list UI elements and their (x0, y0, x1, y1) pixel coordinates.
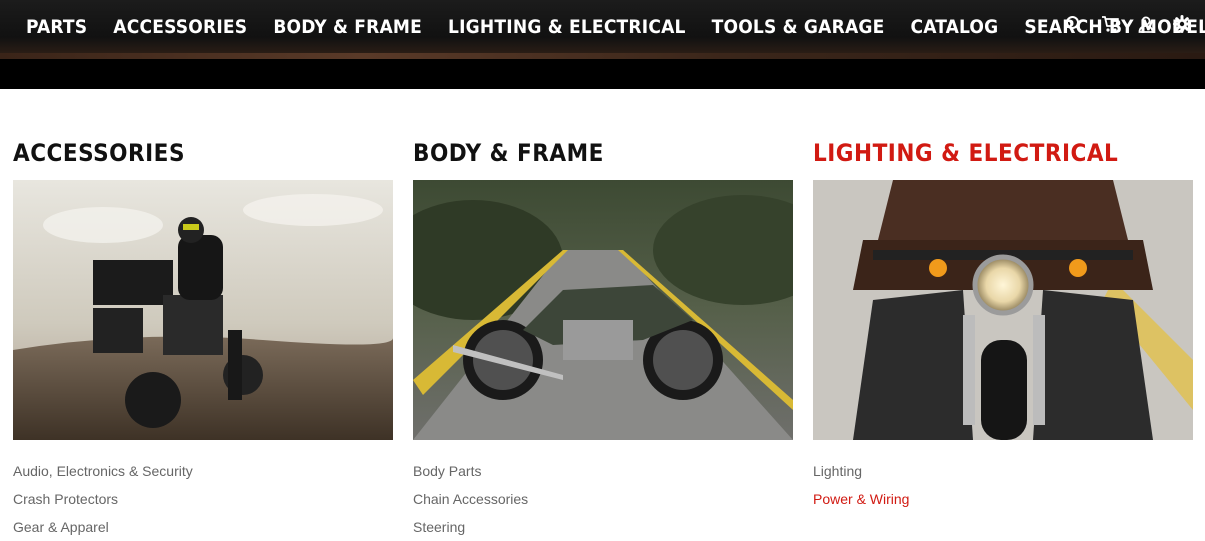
category-link[interactable]: Audio, Electronics & Security (13, 457, 393, 485)
body-frame-image[interactable] (413, 180, 793, 440)
category-link[interactable]: Power & Wiring (813, 485, 1193, 513)
category-columns: ACCESSORIES Audio, Electronics & Securit… (13, 139, 1193, 541)
search-icon[interactable] (1065, 15, 1083, 33)
nav-item-accessories[interactable]: ACCESSORIES (113, 16, 247, 38)
category-link[interactable]: Body Parts (413, 457, 793, 485)
category-accessories: ACCESSORIES Audio, Electronics & Securit… (13, 139, 393, 541)
category-title[interactable]: LIGHTING & ELECTRICAL (813, 139, 1193, 167)
nav-item-tools-garage[interactable]: TOOLS & GARAGE (712, 16, 885, 38)
nav-item-lighting-electrical[interactable]: LIGHTING & ELECTRICAL (448, 16, 686, 38)
category-links: Body Parts Chain Accessories Steering (413, 457, 793, 541)
accessories-image[interactable] (13, 180, 393, 440)
category-link[interactable]: Chain Accessories (413, 485, 793, 513)
nav-item-body-frame[interactable]: BODY & FRAME (273, 16, 422, 38)
category-title[interactable]: BODY & FRAME (413, 139, 793, 167)
category-lighting-electrical: LIGHTING & ELECTRICAL Lighting Power & W… (813, 139, 1193, 541)
user-icon[interactable] (1137, 15, 1155, 33)
category-link[interactable]: Gear & Apparel (13, 513, 393, 541)
category-body-frame: BODY & FRAME Body Parts Chain Accessorie… (413, 139, 793, 541)
category-links: Audio, Electronics & Security Crash Prot… (13, 457, 393, 541)
category-title[interactable]: ACCESSORIES (13, 139, 393, 167)
lighting-electrical-image[interactable] (813, 180, 1193, 440)
top-navigation: PARTS ACCESSORIES BODY & FRAME LIGHTING … (0, 0, 1205, 89)
nav-icons (1065, 15, 1191, 33)
category-links: Lighting Power & Wiring (813, 457, 1193, 513)
category-link[interactable]: Crash Protectors (13, 485, 393, 513)
nav-bar: PARTS ACCESSORIES BODY & FRAME LIGHTING … (0, 0, 1205, 59)
nav-links: PARTS ACCESSORIES BODY & FRAME LIGHTING … (26, 16, 1205, 38)
gear-icon[interactable] (1173, 15, 1191, 33)
category-link[interactable]: Lighting (813, 457, 1193, 485)
nav-item-parts[interactable]: PARTS (26, 16, 87, 38)
nav-item-catalog[interactable]: CATALOG (911, 16, 999, 38)
category-link[interactable]: Steering (413, 513, 793, 541)
cart-icon[interactable] (1101, 15, 1119, 33)
